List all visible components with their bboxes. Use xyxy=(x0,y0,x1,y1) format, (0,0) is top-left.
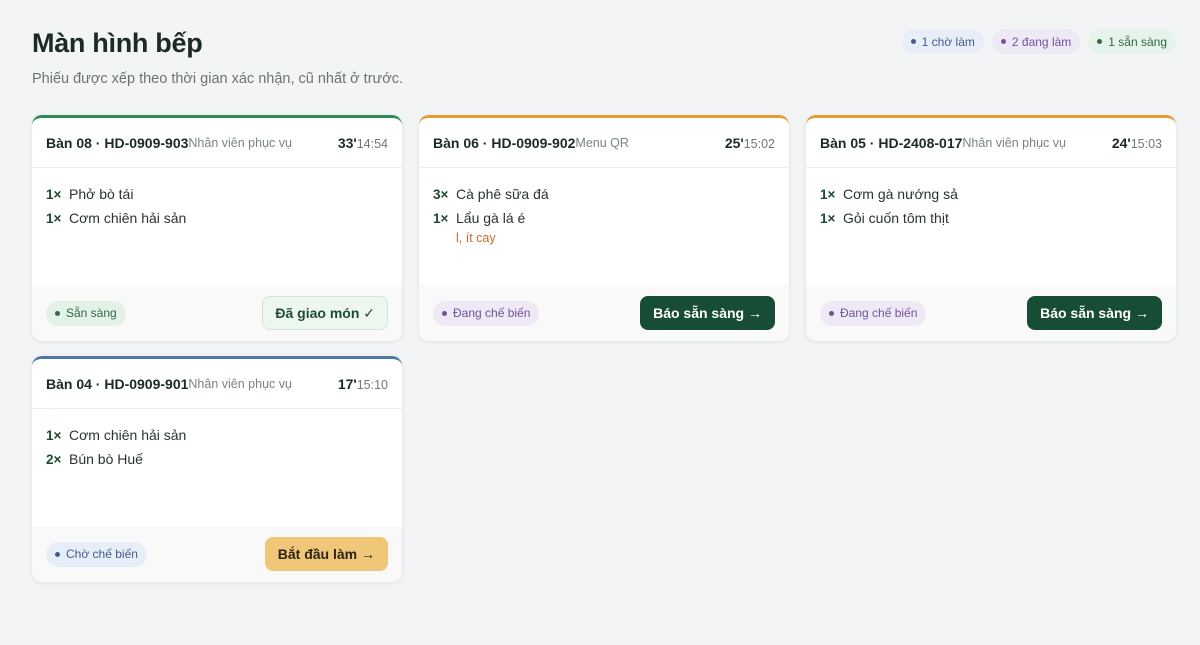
ticket-card: Bàn 05 · HD-2408-017 Nhân viên phục vụ 2… xyxy=(806,115,1176,341)
item-qty: 1× xyxy=(433,211,449,226)
delivered-button[interactable]: Đã giao món ✓ xyxy=(262,296,388,330)
status-badge: Đang chế biến xyxy=(433,300,540,326)
ticket-items: 1× Cơm gà nướng sả 1× Gỏi cuốn tôm thịt xyxy=(806,168,1176,285)
status-label: Đang chế biến xyxy=(840,306,918,320)
dot-icon xyxy=(55,551,60,557)
item-qty: 2× xyxy=(46,452,62,467)
ticket-item: 1× Cơm chiên hải sản xyxy=(46,210,388,226)
ticket-table: Bàn 08 · HD-0909-903 xyxy=(46,134,189,151)
item-qty: 1× xyxy=(46,187,62,202)
dot-icon xyxy=(910,39,916,44)
status-badge: Đang chế biến xyxy=(820,300,927,326)
count-cooking-label: 2 đang làm xyxy=(1011,34,1072,49)
item-qty: 1× xyxy=(820,211,836,226)
page-header: Màn hình bếp Phiếu được xếp theo thời gi… xyxy=(32,28,403,87)
ticket-elapsed: 24' xyxy=(1111,134,1131,151)
ticket-item: 1× Phở bò tái xyxy=(46,186,388,202)
item-name: Gỏi cuốn tôm thịt xyxy=(843,210,949,226)
count-waiting-label: 1 chờ làm xyxy=(921,34,975,49)
ticket-timer: 33' 14:54 xyxy=(338,135,388,151)
ticket-table: Bàn 06 · HD-0909-902 xyxy=(433,134,576,151)
item-name: Cơm chiên hải sản xyxy=(69,427,187,443)
ticket-items: 1× Cơm chiên hải sản 2× Bún bò Huế xyxy=(32,409,402,526)
ticket-table: Bàn 04 · HD-0909-901 xyxy=(46,375,189,392)
ticket-item: 1× Cơm chiên hải sản xyxy=(46,427,388,443)
mark-ready-button[interactable]: Báo sẵn sàng → xyxy=(1027,296,1162,330)
ticket-elapsed: 25' xyxy=(724,134,744,151)
ticket-timer: 24' 15:03 xyxy=(1112,135,1162,151)
ticket-item: 2× Bún bò Huế xyxy=(46,451,388,467)
item-name: Cơm chiên hải sản xyxy=(69,210,187,226)
item-name: Lẩu gà lá é xyxy=(456,210,526,226)
dot-icon xyxy=(1000,39,1006,44)
ticket-source: Menu QR xyxy=(575,135,629,150)
ticket-footer: Đang chế biến Báo sẵn sàng → xyxy=(806,285,1176,341)
ticket-source: Nhân viên phục vụ xyxy=(962,135,1066,150)
status-label: Sẵn sàng xyxy=(66,306,117,320)
ticket-elapsed: 33' xyxy=(337,134,357,151)
ticket-item: 1× Gỏi cuốn tôm thịt xyxy=(820,210,1162,226)
ticket-card: Bàn 04 · HD-0909-901 Nhân viên phục vụ 1… xyxy=(32,356,402,582)
kitchen-screen: Màn hình bếp Phiếu được xếp theo thời gi… xyxy=(0,0,1200,645)
item-qty: 1× xyxy=(820,187,836,202)
ticket-items: 1× Phở bò tái 1× Cơm chiên hải sản xyxy=(32,168,402,285)
ticket-source: Nhân viên phục vụ xyxy=(188,135,292,150)
dot-icon xyxy=(442,310,447,316)
ticket-time: 15:03 xyxy=(1130,136,1162,151)
mark-ready-button[interactable]: Báo sẵn sàng → xyxy=(640,296,775,330)
count-cooking-badge: 2 đang làm xyxy=(991,29,1081,54)
ticket-header: Bàn 04 · HD-0909-901 Nhân viên phục vụ 1… xyxy=(32,359,402,409)
ticket-footer: Đang chế biến Báo sẵn sàng → xyxy=(419,285,789,341)
ticket-header: Bàn 06 · HD-0909-902 Menu QR 25' 15:02 xyxy=(419,118,789,168)
count-ready-label: 1 sẵn sàng xyxy=(1108,34,1167,49)
ticket-time: 15:10 xyxy=(356,377,388,392)
ticket-source: Nhân viên phục vụ xyxy=(188,376,292,391)
item-qty: 1× xyxy=(46,428,62,443)
ticket-footer: Sẵn sàng Đã giao món ✓ xyxy=(32,285,402,341)
ticket-items: 3× Cà phê sữa đá 1× Lẩu gà lá é l, ít ca… xyxy=(419,168,789,285)
status-counts: 1 chờ làm 2 đang làm 1 sẵn sàng xyxy=(901,29,1176,54)
item-note: l, ít cay xyxy=(456,231,496,245)
ticket-card: Bàn 06 · HD-0909-902 Menu QR 25' 15:02 3… xyxy=(419,115,789,341)
ticket-elapsed: 17' xyxy=(337,375,357,392)
page-title: Màn hình bếp xyxy=(32,28,203,58)
status-label: Đang chế biến xyxy=(453,306,531,320)
start-cooking-button[interactable]: Bắt đầu làm → xyxy=(264,537,388,571)
ticket-item: 1× Cơm gà nướng sả xyxy=(820,186,1162,202)
item-qty: 3× xyxy=(433,187,449,202)
ticket-header: Bàn 08 · HD-0909-903 Nhân viên phục vụ 3… xyxy=(32,118,402,168)
count-waiting-badge: 1 chờ làm xyxy=(901,29,984,54)
item-name: Cà phê sữa đá xyxy=(456,186,549,202)
ticket-timer: 25' 15:02 xyxy=(725,135,775,151)
ticket-time: 14:54 xyxy=(356,136,388,151)
ticket-card: Bàn 08 · HD-0909-903 Nhân viên phục vụ 3… xyxy=(32,115,402,341)
item-name: Cơm gà nướng sả xyxy=(843,186,958,202)
dot-icon xyxy=(1097,39,1103,44)
ticket-time: 15:02 xyxy=(743,136,775,151)
ticket-item: 1× Lẩu gà lá é xyxy=(433,210,775,226)
ticket-item: 3× Cà phê sữa đá xyxy=(433,186,775,202)
status-badge: Sẵn sàng xyxy=(46,300,126,326)
count-ready-badge: 1 sẵn sàng xyxy=(1088,29,1176,54)
ticket-timer: 17' 15:10 xyxy=(338,376,388,392)
ticket-header: Bàn 05 · HD-2408-017 Nhân viên phục vụ 2… xyxy=(806,118,1176,168)
page-subtitle: Phiếu được xếp theo thời gian xác nhận, … xyxy=(32,71,404,87)
dot-icon xyxy=(55,310,60,316)
ticket-table: Bàn 05 · HD-2408-017 xyxy=(820,134,963,151)
status-badge: Chờ chế biến xyxy=(46,541,147,567)
ticket-footer: Chờ chế biến Bắt đầu làm → xyxy=(32,526,402,582)
status-label: Chờ chế biến xyxy=(66,547,138,561)
item-qty: 1× xyxy=(46,211,62,226)
dot-icon xyxy=(829,310,834,316)
item-name: Phở bò tái xyxy=(69,186,134,202)
item-name: Bún bò Huế xyxy=(69,451,143,467)
